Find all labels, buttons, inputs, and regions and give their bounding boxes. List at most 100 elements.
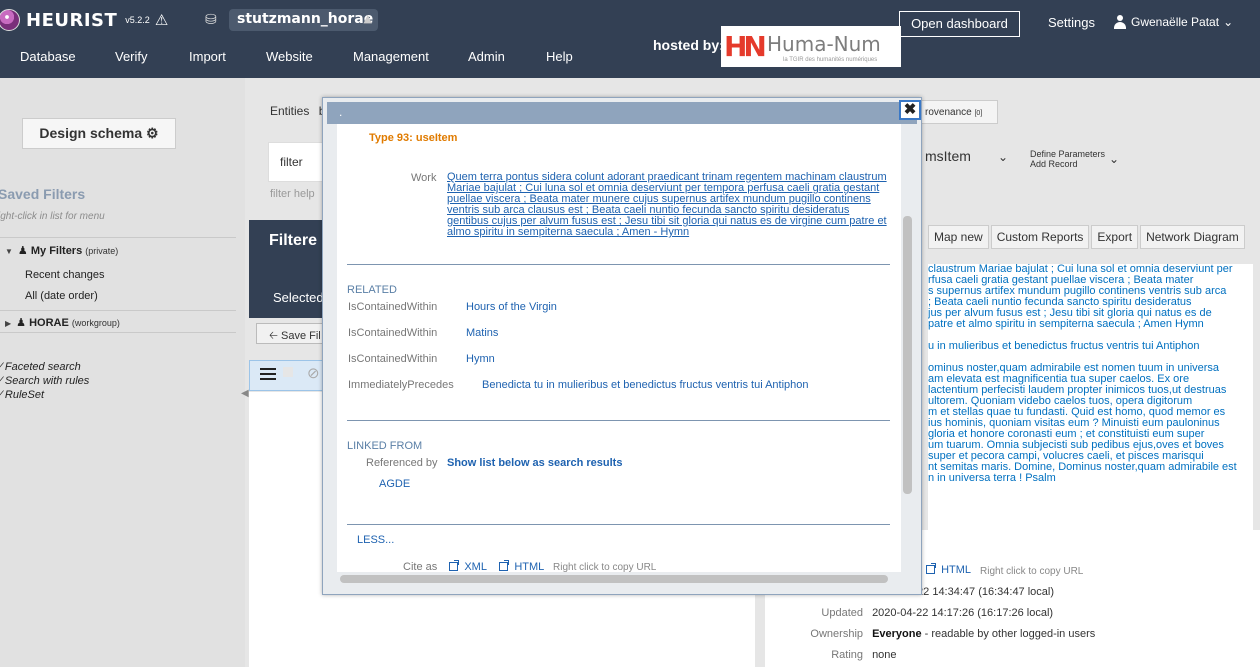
arrow-left-icon: 🡠 bbox=[269, 330, 278, 342]
selected-label[interactable]: Selected bbox=[273, 290, 324, 305]
heurist-logo[interactable]: HEURIST v5.2.2 ⚠ bbox=[0, 7, 168, 33]
menu-verify[interactable]: Verify bbox=[115, 49, 148, 64]
my-filters-group[interactable]: ▼ ♟ My Filters (private) bbox=[5, 244, 118, 257]
database-name: stutzmann_horae bbox=[237, 11, 374, 27]
menu-admin[interactable]: Admin bbox=[468, 49, 505, 64]
tab-custom-reports[interactable]: Custom Reports bbox=[990, 225, 1090, 249]
block-icon[interactable]: ⊘ bbox=[307, 364, 320, 382]
hosted-by-label: hosted by: bbox=[653, 37, 724, 53]
faceted-search-label: Faceted search bbox=[4, 361, 81, 373]
divider bbox=[347, 264, 890, 265]
rating-label: Rating bbox=[831, 649, 863, 661]
search-with-rules-link[interactable]: ⁄ Search with rules bbox=[0, 375, 89, 387]
filtered-header: Filtere Selected bbox=[249, 220, 329, 318]
divider bbox=[347, 524, 890, 525]
popup-body: Type 93: useItem Work Quem terra pontus … bbox=[337, 124, 901, 572]
wand-icon: ⁄ bbox=[0, 389, 2, 401]
divider bbox=[0, 332, 236, 333]
updated-row: Updated 2020-04-22 14:17:26 (16:17:26 lo… bbox=[763, 607, 1053, 619]
chevron-down-icon[interactable]: ⌄ bbox=[1109, 152, 1119, 166]
group-icon: ♟ bbox=[16, 317, 27, 329]
design-schema-label: Design schema bbox=[39, 125, 143, 141]
text-line: u in mulieribus et benedictus fructus ve… bbox=[928, 340, 1200, 352]
list-view-icon[interactable] bbox=[260, 368, 276, 382]
menu-management[interactable]: Management bbox=[353, 49, 429, 64]
html-link[interactable]: HTML bbox=[926, 563, 972, 576]
updated-label: Updated bbox=[821, 607, 863, 619]
text-line: patre et almo spiritu in sempiterna saec… bbox=[928, 318, 1204, 330]
right-click-copy-hint: Right click to copy URL bbox=[980, 566, 1084, 577]
faceted-search-link[interactable]: ⁄ Faceted search bbox=[0, 361, 81, 373]
settings-menu[interactable]: Settings bbox=[1048, 15, 1095, 30]
menu-import[interactable]: Import bbox=[189, 49, 226, 64]
open-dashboard-button[interactable]: Open dashboard bbox=[899, 11, 1020, 37]
tab-export[interactable]: Export bbox=[1091, 225, 1139, 249]
popup-title-bar[interactable]: . bbox=[327, 102, 917, 124]
define-parameters-button[interactable]: Define Parameters Add Record bbox=[1030, 149, 1105, 169]
tab-map-new[interactable]: Map new bbox=[928, 225, 989, 249]
database-icon: ⛁ bbox=[205, 11, 217, 27]
user-name: Gwenaëlle Patat bbox=[1131, 15, 1220, 29]
xml-link-label: XML bbox=[464, 561, 487, 572]
huma-num-logo[interactable]: HN Huma-Num la TGIR des humanités numéri… bbox=[721, 26, 901, 67]
record-text-preview: claustrum Mariae bajulat ; Cui luna sol … bbox=[928, 264, 1253, 530]
relation-label: ImmediatelyPrecedes bbox=[348, 379, 454, 391]
rating-value: none bbox=[872, 649, 897, 661]
html-link[interactable]: HTML bbox=[499, 559, 544, 572]
record-popup-dialog: . ✖ Type 93: useItem Work Quem terra pon… bbox=[322, 97, 922, 595]
show-list-link[interactable]: Show list below as search results bbox=[447, 457, 622, 469]
less-link[interactable]: LESS... bbox=[357, 534, 394, 546]
user-icon bbox=[1113, 15, 1127, 29]
viewer-tabs: Map new Custom Reports Export Network Di… bbox=[928, 225, 1245, 249]
wand-icon: ⁄ bbox=[0, 361, 2, 373]
user-menu[interactable]: Gwenaëlle Patat ⌄ bbox=[1113, 15, 1233, 29]
updated-value: 2020-04-22 14:17:26 (16:17:26 local) bbox=[872, 607, 1054, 619]
horae-group[interactable]: ▶ ♟ HORAE (workgroup) bbox=[5, 316, 120, 329]
save-filter-button[interactable]: 🡠 Save Fil bbox=[256, 323, 326, 344]
work-label: Work bbox=[411, 172, 437, 184]
html-link-label: HTML bbox=[941, 564, 972, 576]
relation-link-benedicta[interactable]: Benedicta tu in mulieribus et benedictus… bbox=[482, 379, 809, 391]
define-parameters-label: Define Parameters bbox=[1030, 149, 1106, 159]
menu-database[interactable]: Database bbox=[20, 49, 76, 64]
relation-link-matins[interactable]: Matins bbox=[466, 327, 498, 339]
provenance-label: rovenance bbox=[925, 107, 972, 118]
filter-all-date-order[interactable]: All (date order) bbox=[25, 290, 98, 302]
provenance-tab[interactable]: rovenance [0] bbox=[918, 100, 998, 124]
design-schema-button[interactable]: Design schema ⚙ bbox=[22, 118, 176, 149]
ownership-value: Everyone bbox=[872, 628, 922, 640]
vertical-scrollbar[interactable] bbox=[903, 216, 912, 494]
menu-help[interactable]: Help bbox=[546, 49, 573, 64]
filter-help-link[interactable]: filter help bbox=[270, 188, 315, 200]
relation-link-hours-of-the-virgin[interactable]: Hours of the Virgin bbox=[466, 301, 557, 313]
warning-triangle-icon[interactable]: ⚠ bbox=[155, 11, 168, 29]
left-panel: Design schema ⚙ Saved Filters ight-click… bbox=[0, 78, 245, 667]
chevron-down-icon[interactable]: ⌄ bbox=[998, 150, 1008, 164]
entities-label: Entities b bbox=[270, 104, 325, 118]
work-link[interactable]: Quem terra pontus sidera colunt adorant … bbox=[447, 172, 889, 238]
splitter-arrow-icon[interactable]: ◀ bbox=[241, 388, 249, 399]
horizontal-scrollbar[interactable] bbox=[340, 575, 888, 583]
menu-website[interactable]: Website bbox=[266, 49, 313, 64]
filter-recent-changes[interactable]: Recent changes bbox=[25, 269, 105, 281]
ruleset-link[interactable]: ⁄ RuleSet bbox=[0, 389, 44, 401]
relation-link-hymn[interactable]: Hymn bbox=[466, 353, 495, 365]
ownership-rest: - readable by other logged-in users bbox=[924, 628, 1096, 640]
cite-as-label: Cite as bbox=[403, 561, 438, 572]
ownership-label: Ownership bbox=[810, 628, 863, 640]
database-select[interactable]: stutzmann_horae ▲ bbox=[229, 9, 378, 31]
agde-link[interactable]: AGDE bbox=[379, 478, 410, 490]
divider bbox=[0, 310, 236, 311]
hn-logo-icon: HN bbox=[724, 30, 767, 63]
gear-icon: ⚙ bbox=[146, 125, 159, 141]
filter-label: filter bbox=[280, 155, 303, 169]
popup-title: . bbox=[339, 105, 343, 119]
relation-label: IsContainedWithin bbox=[348, 353, 438, 365]
xml-link[interactable]: XML bbox=[449, 559, 487, 572]
globe-icon bbox=[0, 9, 20, 31]
right-click-hint: ight-click in list for menu bbox=[0, 211, 105, 222]
checkbox-icon[interactable] bbox=[283, 367, 293, 377]
close-icon[interactable]: ✖ bbox=[899, 100, 921, 120]
tab-network-diagram[interactable]: Network Diagram bbox=[1140, 225, 1245, 249]
record-type-select[interactable]: msItem bbox=[925, 148, 971, 164]
